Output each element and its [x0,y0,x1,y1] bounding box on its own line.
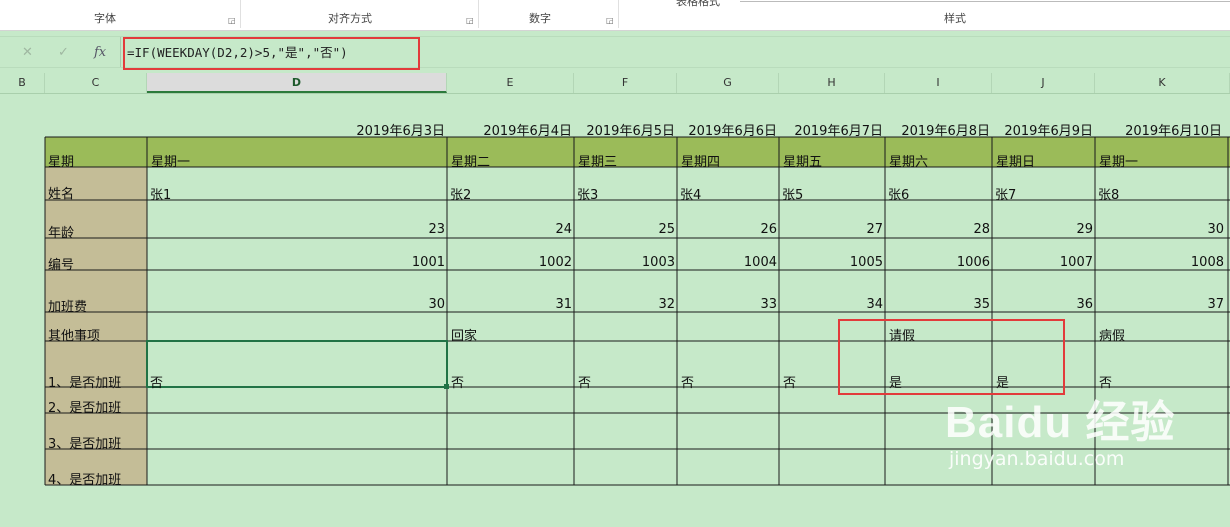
age-cell[interactable]: 27 [779,222,883,237]
row-label-overtime-pay[interactable]: 加班费 [48,296,87,315]
overtime-result-cell[interactable]: 否 [681,372,694,391]
overtime-pay-cell[interactable]: 34 [779,297,883,312]
id-cell[interactable]: 1005 [779,255,883,270]
age-cell[interactable]: 25 [574,222,675,237]
name-cell[interactable]: 张8 [1098,184,1119,203]
name-cell[interactable]: 张5 [782,184,803,203]
id-cell[interactable]: 1008 [1095,255,1224,270]
date-cell[interactable]: 2019年6月4日 [447,120,572,139]
age-cell[interactable]: 24 [447,222,572,237]
other-cell[interactable]: 病假 [1099,325,1125,344]
watermark-brand: Baidu 经验 [945,398,1176,447]
overtime-pay-cell[interactable]: 36 [992,297,1093,312]
overtime-pay-cell[interactable]: 37 [1095,297,1224,312]
fill-handle[interactable] [444,384,449,389]
overtime-pay-cell[interactable]: 35 [885,297,990,312]
row-label-overtime-1[interactable]: 1、是否加班 [48,372,121,391]
overtime-pay-cell[interactable]: 31 [447,297,572,312]
id-cell[interactable]: 1004 [677,255,777,270]
active-cell-outline [146,340,448,388]
row-label-overtime-3[interactable]: 3、是否加班 [48,433,121,452]
watermark-url: jingyan.baidu.com [949,448,1125,470]
overtime-pay-cell[interactable]: 33 [677,297,777,312]
weekday-cell[interactable]: 星期三 [578,151,617,170]
overtime-pay-cell[interactable]: 32 [574,297,675,312]
overtime-result-cell[interactable]: 否 [783,372,796,391]
weekday-cell[interactable]: 星期一 [1099,151,1138,170]
row-label-weekday[interactable]: 星期 [48,151,74,170]
row-label-id[interactable]: 编号 [48,254,74,273]
row-label-other[interactable]: 其他事项 [48,325,100,344]
weekday-cell[interactable]: 星期四 [681,151,720,170]
overtime-result-cell[interactable]: 否 [578,372,591,391]
row-label-name[interactable]: 姓名 [48,183,74,202]
id-cell[interactable]: 1006 [885,255,990,270]
age-cell[interactable]: 28 [885,222,990,237]
name-cell[interactable]: 张3 [577,184,598,203]
id-cell[interactable]: 1002 [447,255,572,270]
name-cell[interactable]: 张1 [150,184,171,203]
date-cell[interactable]: 2019年6月5日 [574,120,675,139]
weekday-band [45,137,1230,167]
name-cell[interactable]: 张7 [995,184,1016,203]
other-cell[interactable]: 回家 [451,325,477,344]
date-cell[interactable]: 2019年6月6日 [677,120,777,139]
weekday-cell[interactable]: 星期六 [889,151,928,170]
name-cell[interactable]: 张4 [680,184,701,203]
name-cell[interactable]: 张2 [450,184,471,203]
overtime-result-cell[interactable]: 否 [150,372,163,391]
overtime-pay-cell[interactable]: 30 [147,297,445,312]
id-cell[interactable]: 1007 [992,255,1093,270]
baidu-jingyan-watermark: Baidu 经验 jingyan.baidu.com [945,398,1175,470]
weekday-cell[interactable]: 星期五 [783,151,822,170]
overtime-result-cell[interactable]: 否 [1099,372,1112,391]
id-cell[interactable]: 1003 [574,255,675,270]
row-label-age[interactable]: 年龄 [48,222,74,241]
row-label-overtime-2[interactable]: 2、是否加班 [48,397,121,416]
weekend-highlight-box [838,319,1065,395]
row-label-overtime-4[interactable]: 4、是否加班 [48,469,121,488]
weekday-cell[interactable]: 星期二 [451,151,490,170]
weekday-cell[interactable]: 星期日 [996,151,1035,170]
date-cell[interactable]: 2019年6月10日 [1095,120,1222,139]
date-cell[interactable]: 2019年6月7日 [779,120,883,139]
age-cell[interactable]: 30 [1095,222,1224,237]
age-cell[interactable]: 29 [992,222,1093,237]
date-cell[interactable]: 2019年6月8日 [885,120,990,139]
age-cell[interactable]: 26 [677,222,777,237]
name-cell[interactable]: 张6 [888,184,909,203]
date-cell[interactable]: 2019年6月3日 [147,120,445,139]
id-cell[interactable]: 1001 [147,255,445,270]
date-cell[interactable]: 2019年6月9日 [992,120,1093,139]
overtime-result-cell[interactable]: 否 [451,372,464,391]
age-cell[interactable]: 23 [147,222,445,237]
weekday-cell[interactable]: 星期一 [151,151,190,170]
